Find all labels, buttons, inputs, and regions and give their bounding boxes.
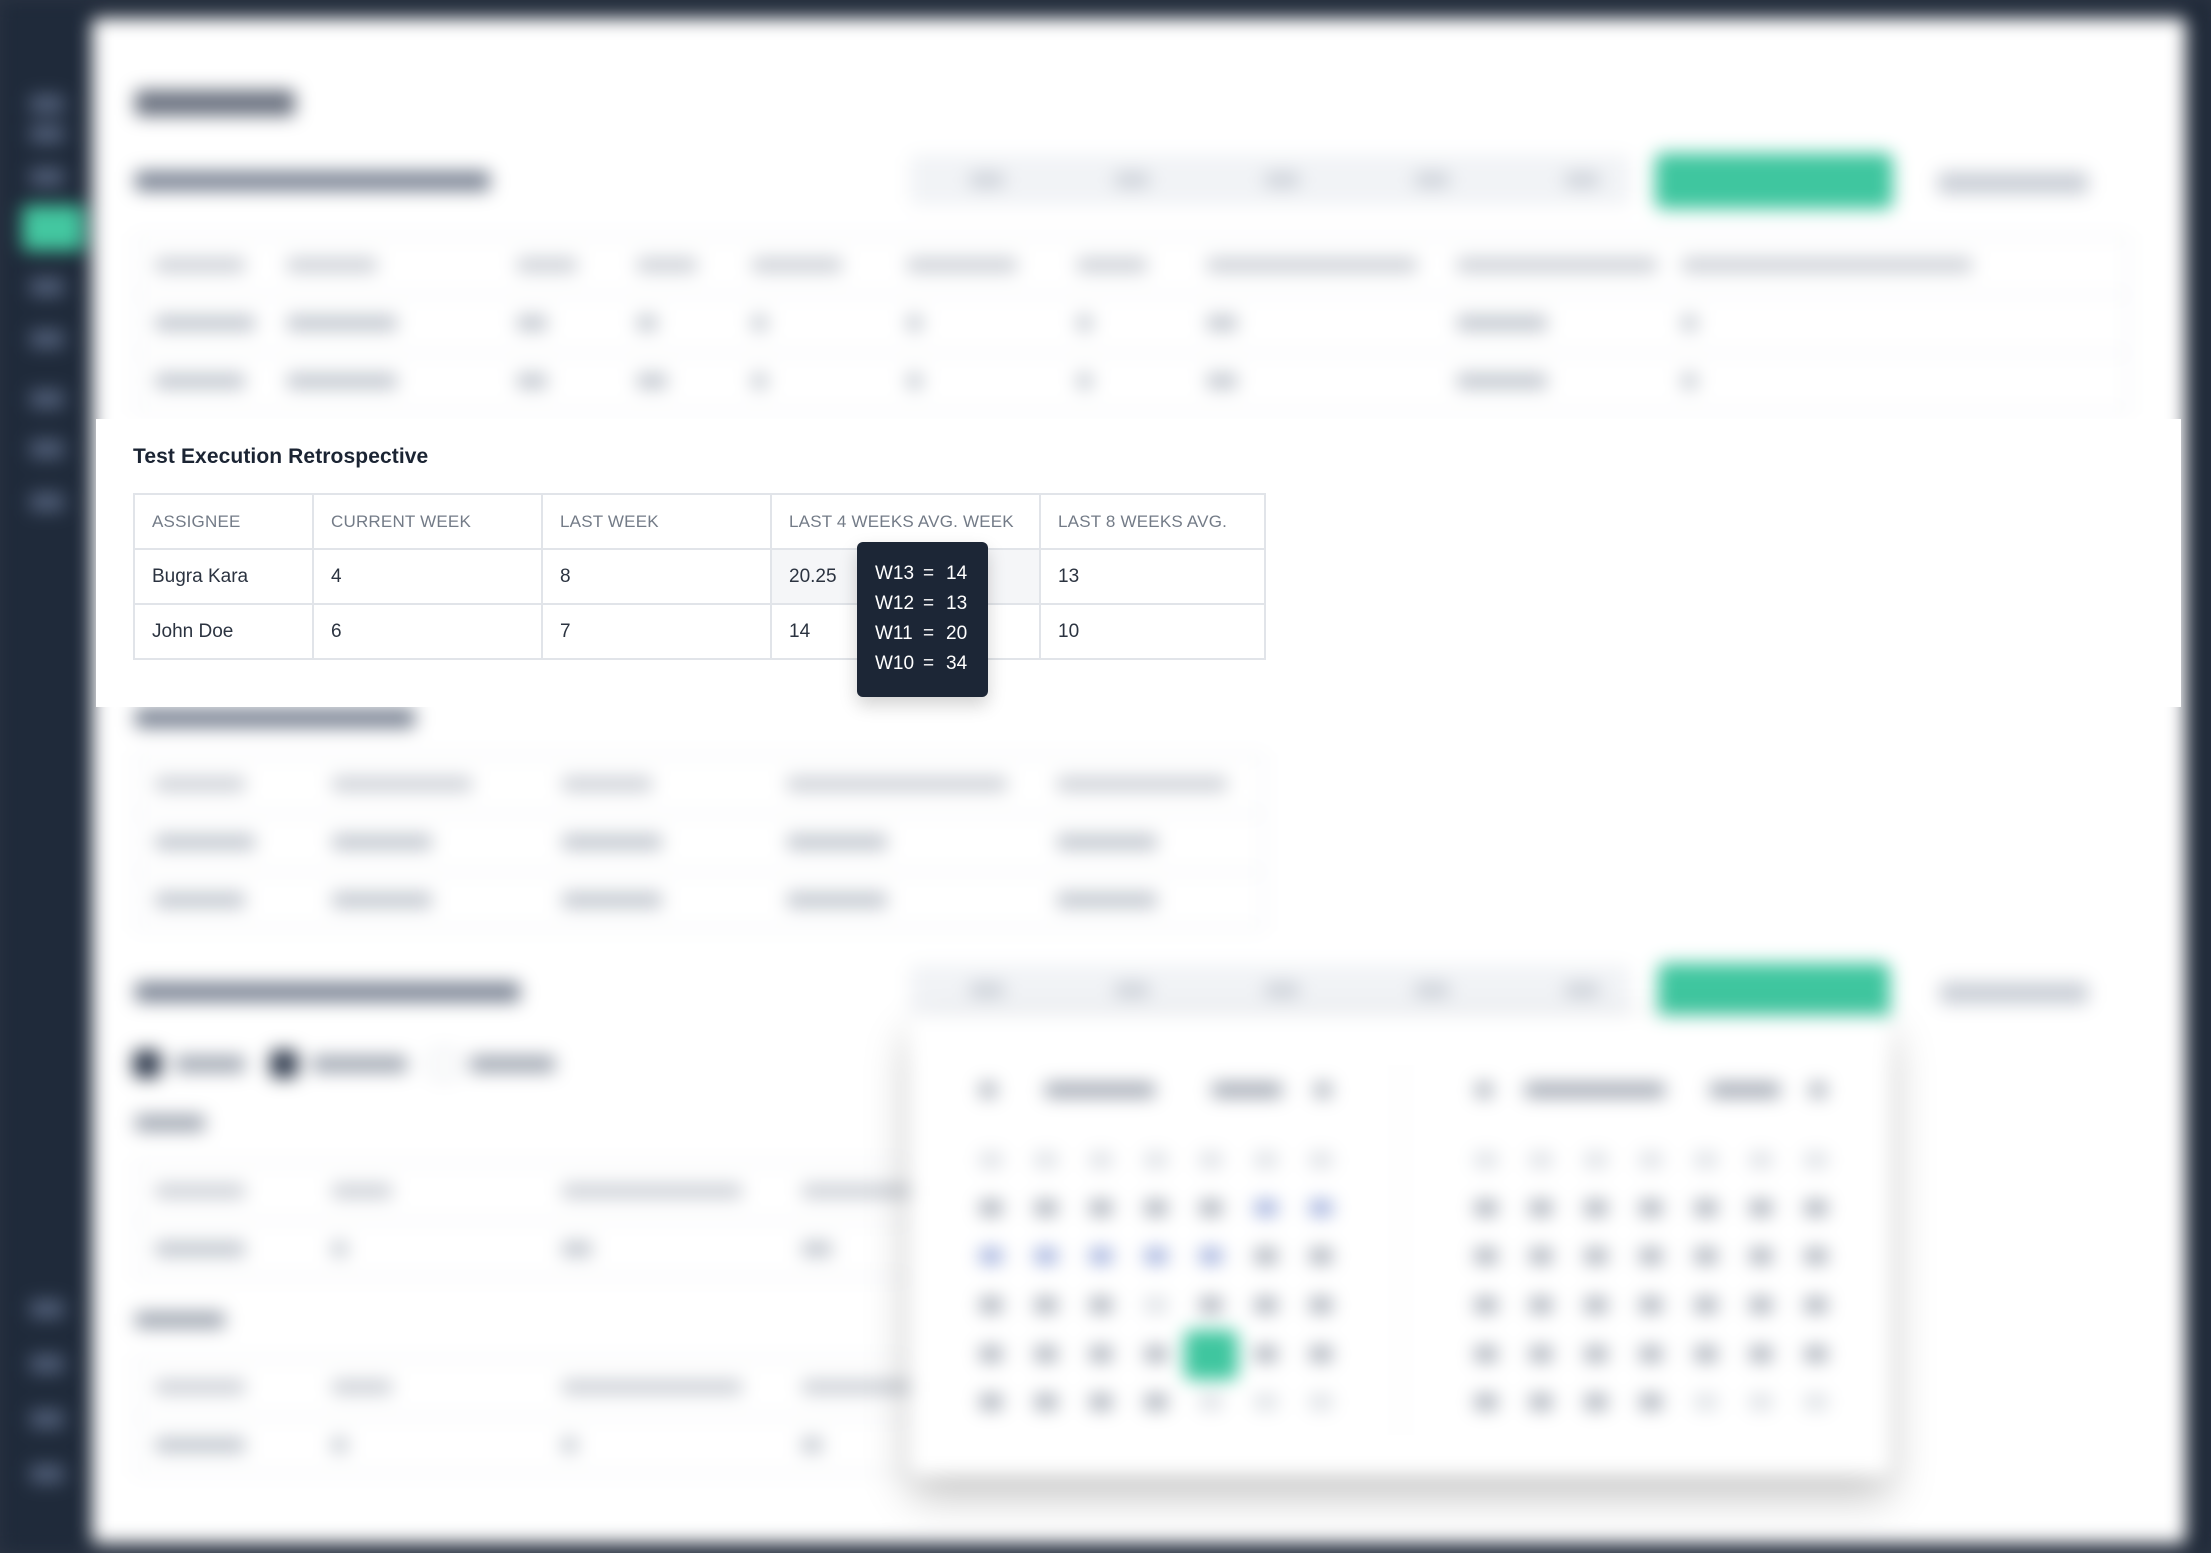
sidebar-item[interactable] — [30, 168, 64, 186]
column-header-last-8-weeks-avg: LAST 8 WEEKS AVG. — [1039, 493, 1266, 550]
secondary-button[interactable] — [1938, 172, 2088, 194]
group-label — [135, 1312, 225, 1328]
column-header-current-week: CURRENT WEEK — [312, 493, 543, 550]
prev-month-icon[interactable] — [980, 1083, 996, 1097]
sidebar-item[interactable] — [30, 493, 64, 511]
tooltip-equals: = — [923, 653, 935, 674]
blurred-background — [0, 0, 2211, 1553]
next-month-icon[interactable] — [1315, 1083, 1331, 1097]
tooltip-week: W10 — [875, 653, 915, 674]
section-title: Test Execution Retrospective — [133, 445, 429, 468]
sidebar-item-active[interactable] — [22, 205, 84, 251]
column-header-assignee: ASSIGNEE — [133, 493, 314, 550]
sidebar-item[interactable] — [30, 390, 64, 408]
prev-month-icon[interactable] — [1476, 1083, 1492, 1097]
test-execution-retrospective-panel: Test Execution Retrospective ASSIGNEE CU… — [96, 419, 2181, 707]
tooltip-row: W13 = 14 — [875, 562, 967, 586]
column-header-last-4-weeks-avg: LAST 4 WEEKS AVG. WEEK — [770, 493, 1041, 550]
table-row: Bugra Kara 4 8 20.25 13 — [133, 548, 1266, 605]
sidebar-item[interactable] — [30, 1410, 64, 1428]
section-title — [135, 982, 520, 1002]
current-week-cell: 4 — [312, 548, 543, 605]
sidebar-item[interactable] — [30, 125, 64, 143]
table-row: John Doe 6 7 14 10 — [133, 603, 1266, 660]
filter-label — [175, 1056, 245, 1072]
current-week-cell: 6 — [312, 603, 543, 660]
sidebar-item[interactable] — [30, 330, 64, 348]
year-select[interactable] — [1212, 1083, 1282, 1097]
tooltip-week: W13 — [875, 563, 915, 584]
tooltip-value: 14 — [946, 563, 968, 584]
tooltip-value: 13 — [946, 593, 968, 614]
sidebar-item[interactable] — [30, 440, 64, 458]
next-month-icon[interactable] — [1810, 1083, 1826, 1097]
tooltip-week: W11 — [875, 623, 913, 644]
tooltip-equals: = — [923, 623, 935, 644]
sidebar-item[interactable] — [30, 1300, 64, 1318]
tooltip-week: W12 — [875, 593, 915, 614]
assignee-cell: John Doe — [133, 603, 314, 660]
filter-label — [312, 1056, 407, 1072]
assignee-cell: Bugra Kara — [133, 548, 314, 605]
page-title — [135, 90, 295, 116]
last-8-weeks-avg-cell: 10 — [1039, 603, 1266, 660]
range-selector[interactable] — [910, 965, 1630, 1015]
range-selector[interactable] — [910, 155, 1630, 205]
retrospective-table — [135, 755, 1264, 929]
tooltip-equals: = — [923, 593, 935, 614]
month-select[interactable] — [1045, 1083, 1155, 1097]
last-week-cell: 7 — [541, 603, 772, 660]
window-titlebar — [0, 0, 2211, 18]
primary-button[interactable] — [1658, 963, 1890, 1019]
weekly-breakdown-tooltip: W13 = 14 W12 = 13 W11 = 20 W10 = 34 — [857, 542, 988, 697]
sidebar[interactable] — [0, 0, 90, 1553]
report-table — [135, 236, 2129, 412]
secondary-button[interactable] — [1940, 982, 2088, 1004]
year-select[interactable] — [1710, 1083, 1780, 1097]
date-range-picker[interactable] — [910, 1015, 1890, 1475]
tooltip-value: 34 — [946, 653, 968, 674]
sidebar-item[interactable] — [30, 95, 64, 113]
sidebar-item[interactable] — [30, 1355, 64, 1373]
filter-label — [470, 1056, 555, 1072]
tooltip-value: 20 — [946, 623, 968, 644]
sidebar-item[interactable] — [30, 1465, 64, 1483]
column-header-last-week: LAST WEEK — [541, 493, 772, 550]
filter-checkbox[interactable] — [133, 1050, 161, 1078]
filter-checkbox[interactable] — [430, 1050, 458, 1078]
sidebar-item[interactable] — [30, 278, 64, 296]
group-table — [135, 1358, 959, 1474]
tooltip-equals: = — [923, 563, 935, 584]
month-select[interactable] — [1525, 1083, 1665, 1097]
group-label — [135, 1115, 205, 1131]
primary-button[interactable] — [1655, 153, 1893, 209]
tooltip-row: W12 = 13 — [875, 592, 967, 616]
last-week-cell: 8 — [541, 548, 772, 605]
group-table — [135, 1162, 959, 1278]
window-edge — [2186, 0, 2211, 1553]
table-header-row: ASSIGNEE CURRENT WEEK LAST WEEK LAST 4 W… — [133, 493, 1266, 550]
tooltip-row: W10 = 34 — [875, 652, 967, 676]
filter-checkbox[interactable] — [270, 1050, 298, 1078]
section-title — [135, 171, 490, 191]
selected-day[interactable] — [1184, 1330, 1238, 1380]
section-title — [135, 708, 415, 728]
retrospective-table: ASSIGNEE CURRENT WEEK LAST WEEK LAST 4 W… — [133, 493, 1266, 660]
last-8-weeks-avg-cell: 13 — [1039, 548, 1266, 605]
tooltip-row: W11 = 20 — [875, 622, 967, 646]
